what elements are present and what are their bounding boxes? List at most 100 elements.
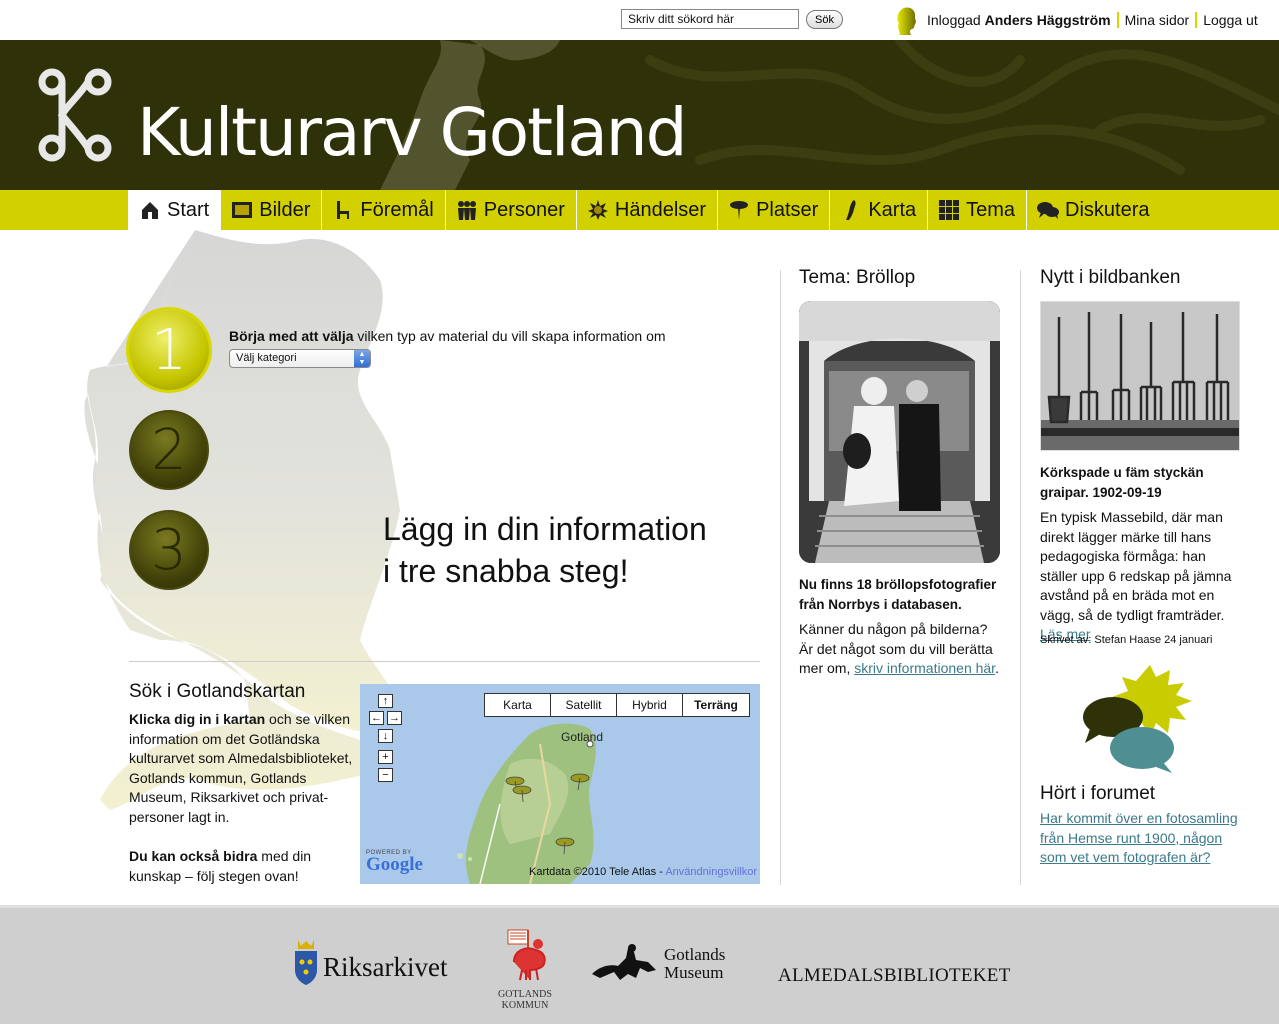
house-icon <box>142 202 158 219</box>
column-divider <box>780 270 781 885</box>
step-1-bold: Börja med att välja <box>229 328 354 344</box>
google-logo: POWERED BY Google <box>366 850 423 874</box>
pan-right-button[interactable]: → <box>387 711 402 725</box>
map-section-description: Klicka dig in i kartan och se vilken inf… <box>129 710 354 886</box>
map-type-satellit[interactable]: Satellit <box>551 694 617 716</box>
nav-item-label: Föremål <box>360 198 434 221</box>
zoom-out-button[interactable]: − <box>378 768 393 782</box>
step-3-circle: 3 <box>129 510 209 590</box>
map-desc-rest: och se vilken information om det Gotländ… <box>129 711 353 825</box>
nav-item-label: Diskutera <box>1065 198 1150 221</box>
step-1-circle: 1 <box>129 310 209 390</box>
tema-body-end: . <box>995 660 999 676</box>
site-header: Kulturarv Gotland <box>0 40 1279 190</box>
separator <box>1116 12 1119 28</box>
bildbanken-author: Skrivet av: Stefan Haase 24 januari <box>1040 634 1213 646</box>
nav-item-föremål[interactable]: Föremål <box>321 190 444 230</box>
site-title: Kulturarv Gotland <box>137 94 688 171</box>
step-2-circle: 2 <box>129 410 209 490</box>
separator <box>1195 12 1198 28</box>
my-pages-link[interactable]: Mina sidor <box>1125 12 1190 28</box>
map-credit-text: Kartdata ©2010 Tele Atlas - <box>529 866 666 878</box>
bildbanken-lead: Körkspade u fäm styckän graipar. 1902-09… <box>1040 465 1204 500</box>
nav-item-label: Personer <box>483 198 565 221</box>
pan-down-button[interactable]: ↓ <box>378 729 393 743</box>
gotland-map[interactable]: Gotland ↑ ← → ↓ + − Karta Satellit Hybrid T… <box>360 684 760 884</box>
nav-item-personer[interactable]: Personer <box>444 190 576 230</box>
tools-photo[interactable] <box>1040 301 1240 451</box>
museum-wordmark-2: Museum <box>664 963 724 982</box>
step-1-instruction: Börja med att välja vilken typ av materi… <box>229 328 666 344</box>
nav-item-label: Karta <box>868 198 917 221</box>
nav-item-label: Bilder <box>259 198 311 221</box>
bildbanken-body-text: En typisk Massebild, där man direkt lägg… <box>1040 509 1232 623</box>
nav-item-bilder[interactable]: Bilder <box>220 190 321 230</box>
logout-link[interactable]: Logga ut <box>1203 12 1258 28</box>
pin-icon <box>730 201 749 220</box>
nav-item-label: Platser <box>756 198 819 221</box>
people-icon <box>457 201 476 220</box>
map-type-hybrid[interactable]: Hybrid <box>617 694 683 716</box>
column-divider <box>1020 270 1021 885</box>
headline-line-2: i tre snabba steg! <box>383 553 629 589</box>
nav-item-karta[interactable]: Karta <box>829 190 927 230</box>
tema-lead: Nu finns 18 bröllopsfotografier från Nor… <box>799 577 997 612</box>
museum-wordmark-1: Gotlands <box>664 945 726 964</box>
riksarkivet-logo[interactable]: Riksarkivet <box>293 938 447 986</box>
search-button[interactable]: Sök <box>806 10 843 29</box>
logged-in-prefix: Inloggad <box>927 12 981 28</box>
nav-item-label: Händelser <box>614 198 707 221</box>
nav-item-start[interactable]: Start <box>128 190 221 230</box>
forum-post: Har kommit över en fotosamling från Hems… <box>1040 809 1245 868</box>
forum-bubbles-icon <box>1083 665 1192 773</box>
bildbanken-body: En typisk Massebild, där man direkt lägg… <box>1040 508 1245 645</box>
crown-shield-icon <box>295 940 317 985</box>
grid-icon <box>939 200 960 220</box>
map-type-terräng[interactable]: Terräng <box>683 694 749 716</box>
main-nav: Start Bilder Föremål Personer Händelser Plats… <box>0 190 1279 230</box>
map-type-karta[interactable]: Karta <box>485 694 551 716</box>
pan-left-button[interactable]: ← <box>369 711 384 725</box>
almedalsbiblioteket-logo[interactable]: ALMEDALSBIBLIOTEKET <box>778 965 1011 987</box>
partners-footer: Riksarkivet GOTLANDS KOMMUN Gotlands Muse… <box>0 905 1279 1024</box>
riksarkivet-wordmark: Riksarkivet <box>323 951 448 982</box>
speech-bubbles-icon <box>1037 202 1060 219</box>
category-select-value: Välj kategori <box>236 352 297 364</box>
tema-body: Känner du någon på bilderna? Är det någo… <box>799 620 999 679</box>
map-section-title: Sök i Gotlandskartan <box>129 681 306 702</box>
wedding-photo[interactable] <box>799 301 1000 563</box>
burst-icon <box>587 200 608 220</box>
tema-title: Tema: Bröllop <box>799 267 916 288</box>
pan-up-button[interactable]: ↑ <box>378 694 393 708</box>
tema-write-link[interactable]: skriv informationen här <box>854 660 995 676</box>
nav-item-händelser[interactable]: Händelser <box>575 190 717 230</box>
map-credit: Kartdata ©2010 Tele Atlas - Användningsv… <box>529 866 757 878</box>
section-divider <box>129 661 760 662</box>
map-terms-link[interactable]: Användningsvillkor <box>665 866 757 878</box>
nav-item-tema[interactable]: Tema <box>927 190 1026 230</box>
nav-item-platser[interactable]: Platser <box>717 190 829 230</box>
kommun-wordmark-1: GOTLANDS <box>498 989 552 1000</box>
nav-item-label: Tema <box>966 198 1016 221</box>
chair-icon <box>337 201 350 219</box>
forum-post-link[interactable]: Har kommit över en fotosamling från Hems… <box>1040 810 1238 865</box>
user-name: Anders Häggström <box>984 12 1111 28</box>
island-map-icon <box>846 200 856 220</box>
user-avatar-icon <box>897 7 916 35</box>
headline-line-1: Lägg in din information <box>383 511 707 547</box>
user-menu: Inloggad Anders Häggström Mina sidor Log… <box>927 12 1258 28</box>
gotlands-kommun-logo[interactable]: GOTLANDS KOMMUN <box>494 928 556 1011</box>
search-input[interactable] <box>621 9 799 29</box>
top-bar: Sök Inloggad Anders Häggström Mina sidor… <box>0 0 1279 40</box>
kommun-wordmark-2: KOMMUN <box>501 1000 549 1011</box>
nav-item-diskutera[interactable]: Diskutera <box>1026 190 1160 230</box>
zoom-in-button[interactable]: + <box>378 750 393 764</box>
contrib-bold: Du kan också bidra <box>129 848 258 865</box>
select-arrows-icon: ▲ ▼ <box>354 350 370 367</box>
category-select[interactable]: Välj kategori ▲ ▼ <box>229 349 371 368</box>
museum-wordmark: Gotlands Museum <box>664 946 725 982</box>
tools-photo-image <box>1041 302 1239 450</box>
gotlands-museum-logo[interactable]: Gotlands Museum <box>590 944 725 984</box>
map-desc-bold: Klicka dig in i kartan <box>129 711 266 727</box>
bildbanken-title: Nytt i bildbanken <box>1040 267 1181 288</box>
